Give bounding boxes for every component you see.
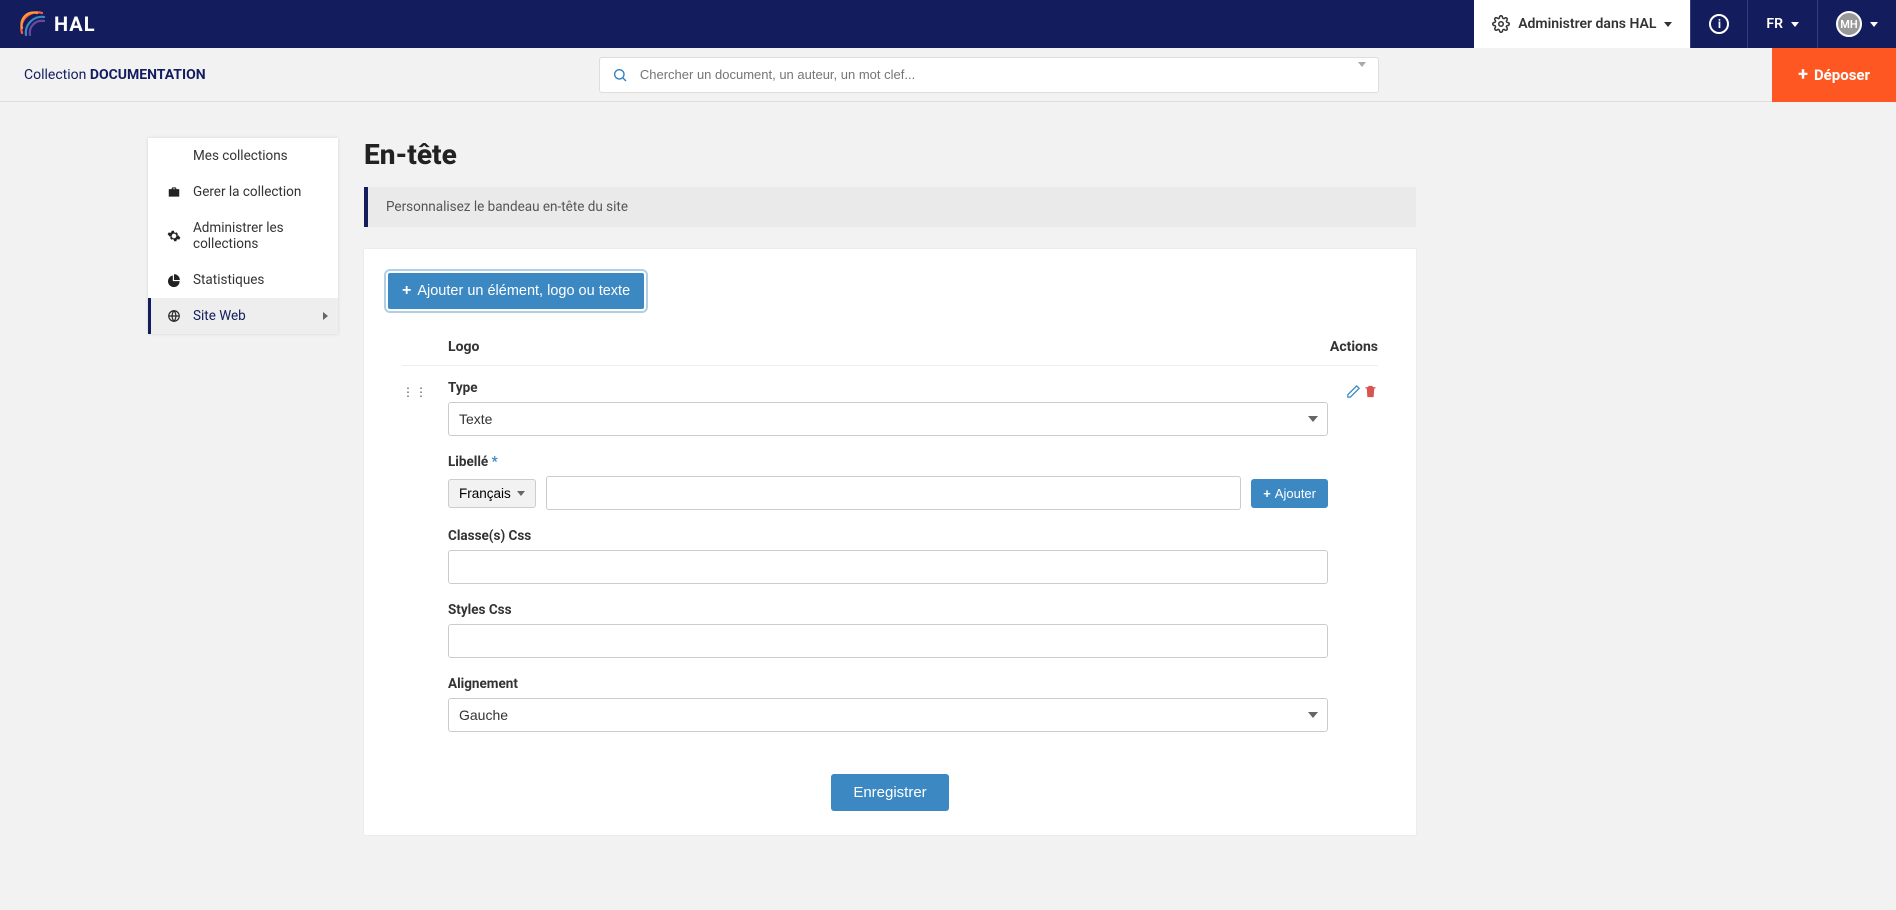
search-icon[interactable]	[612, 67, 628, 83]
topbar: HAL Administrer dans HAL i FR MH	[0, 0, 1896, 48]
sidebar-item-site-web[interactable]: Site Web	[148, 298, 338, 334]
info-box: Personnalisez le bandeau en-tête du site	[364, 187, 1416, 227]
panel: + Ajouter un élément, logo ou texte Logo…	[364, 249, 1416, 835]
search-input[interactable]	[640, 67, 1346, 82]
language-select-label: Français	[459, 486, 511, 501]
chevron-down-icon	[1870, 22, 1878, 27]
column-logo: Logo	[448, 339, 1298, 355]
plus-icon: +	[402, 282, 411, 300]
sidebar-item-label: Mes collections	[193, 148, 288, 164]
drag-handle[interactable]: ⋮⋮	[402, 380, 448, 750]
language-select-button[interactable]: Français	[448, 479, 536, 508]
sidebar-item-label: Statistiques	[193, 272, 264, 288]
required-indicator: *	[492, 454, 498, 470]
css-styles-input[interactable]	[448, 624, 1328, 658]
edit-button[interactable]	[1346, 384, 1361, 750]
add-libelle-label: Ajouter	[1275, 486, 1316, 501]
hal-logo-icon	[20, 11, 46, 37]
search-box	[599, 57, 1379, 93]
plus-icon: +	[1263, 486, 1271, 501]
table-row: ⋮⋮ Type Texte	[402, 366, 1378, 750]
page-title: En-tête	[364, 138, 1416, 171]
chevron-right-icon	[323, 312, 328, 320]
admin-menu-label: Administrer dans HAL	[1518, 16, 1656, 32]
type-label: Type	[448, 380, 1328, 396]
sidebar-item-administrer[interactable]: Administrer les collections	[148, 210, 338, 262]
add-element-button[interactable]: + Ajouter un élément, logo ou texte	[388, 273, 644, 309]
collection-name: DOCUMENTATION	[90, 67, 206, 83]
column-actions: Actions	[1298, 339, 1378, 355]
info-icon: i	[1709, 14, 1729, 34]
table-header: Logo Actions	[402, 329, 1378, 366]
libelle-label: Libellé *	[448, 454, 1328, 470]
css-classes-label: Classe(s) Css	[448, 528, 1328, 544]
plus-icon: +	[1798, 64, 1808, 85]
deposer-button[interactable]: + Déposer	[1772, 48, 1896, 102]
type-select[interactable]: Texte	[448, 402, 1328, 436]
gear-icon	[167, 229, 181, 243]
css-classes-input[interactable]	[448, 550, 1328, 584]
add-libelle-button[interactable]: + Ajouter	[1251, 479, 1328, 508]
search-filter-toggle[interactable]	[1358, 67, 1366, 83]
sidebar-item-gerer[interactable]: Gerer la collection	[148, 174, 338, 210]
save-button[interactable]: Enregistrer	[831, 774, 948, 811]
sidebar-item-label: Site Web	[193, 308, 246, 324]
pie-chart-icon	[167, 273, 181, 287]
align-select[interactable]: Gauche	[448, 698, 1328, 732]
sidebar-item-label: Administrer les collections	[193, 220, 322, 252]
sidebar: Mes collections Gerer la collection Admi…	[148, 138, 338, 334]
chevron-down-icon	[1664, 22, 1672, 27]
info-button[interactable]: i	[1691, 0, 1747, 48]
css-styles-label: Styles Css	[448, 602, 1328, 618]
globe-icon	[167, 309, 181, 323]
avatar: MH	[1836, 11, 1862, 37]
add-element-label: Ajouter un élément, logo ou texte	[417, 283, 630, 299]
breadcrumb[interactable]: Collection DOCUMENTATION	[0, 67, 206, 83]
gear-icon	[1492, 15, 1510, 33]
drag-icon: ⋮⋮	[402, 390, 428, 394]
delete-button[interactable]	[1363, 384, 1378, 750]
briefcase-icon	[167, 185, 181, 199]
sidebar-item-mes-collections[interactable]: Mes collections	[148, 138, 338, 174]
subbar: Collection DOCUMENTATION + Déposer	[0, 48, 1896, 102]
language-label: FR	[1766, 16, 1783, 32]
align-label: Alignement	[448, 676, 1328, 692]
libelle-input[interactable]	[546, 476, 1241, 510]
chevron-down-icon	[1791, 22, 1799, 27]
deposer-label: Déposer	[1814, 66, 1870, 84]
logo-text: HAL	[54, 12, 96, 36]
sidebar-item-label: Gerer la collection	[193, 184, 301, 200]
admin-menu[interactable]: Administrer dans HAL	[1474, 0, 1690, 48]
user-menu[interactable]: MH	[1818, 0, 1896, 48]
sidebar-item-statistiques[interactable]: Statistiques	[148, 262, 338, 298]
language-menu[interactable]: FR	[1748, 0, 1817, 48]
logo[interactable]: HAL	[0, 0, 96, 48]
chevron-down-icon	[1358, 62, 1366, 83]
collection-prefix: Collection	[24, 67, 90, 83]
chevron-down-icon	[517, 491, 525, 496]
